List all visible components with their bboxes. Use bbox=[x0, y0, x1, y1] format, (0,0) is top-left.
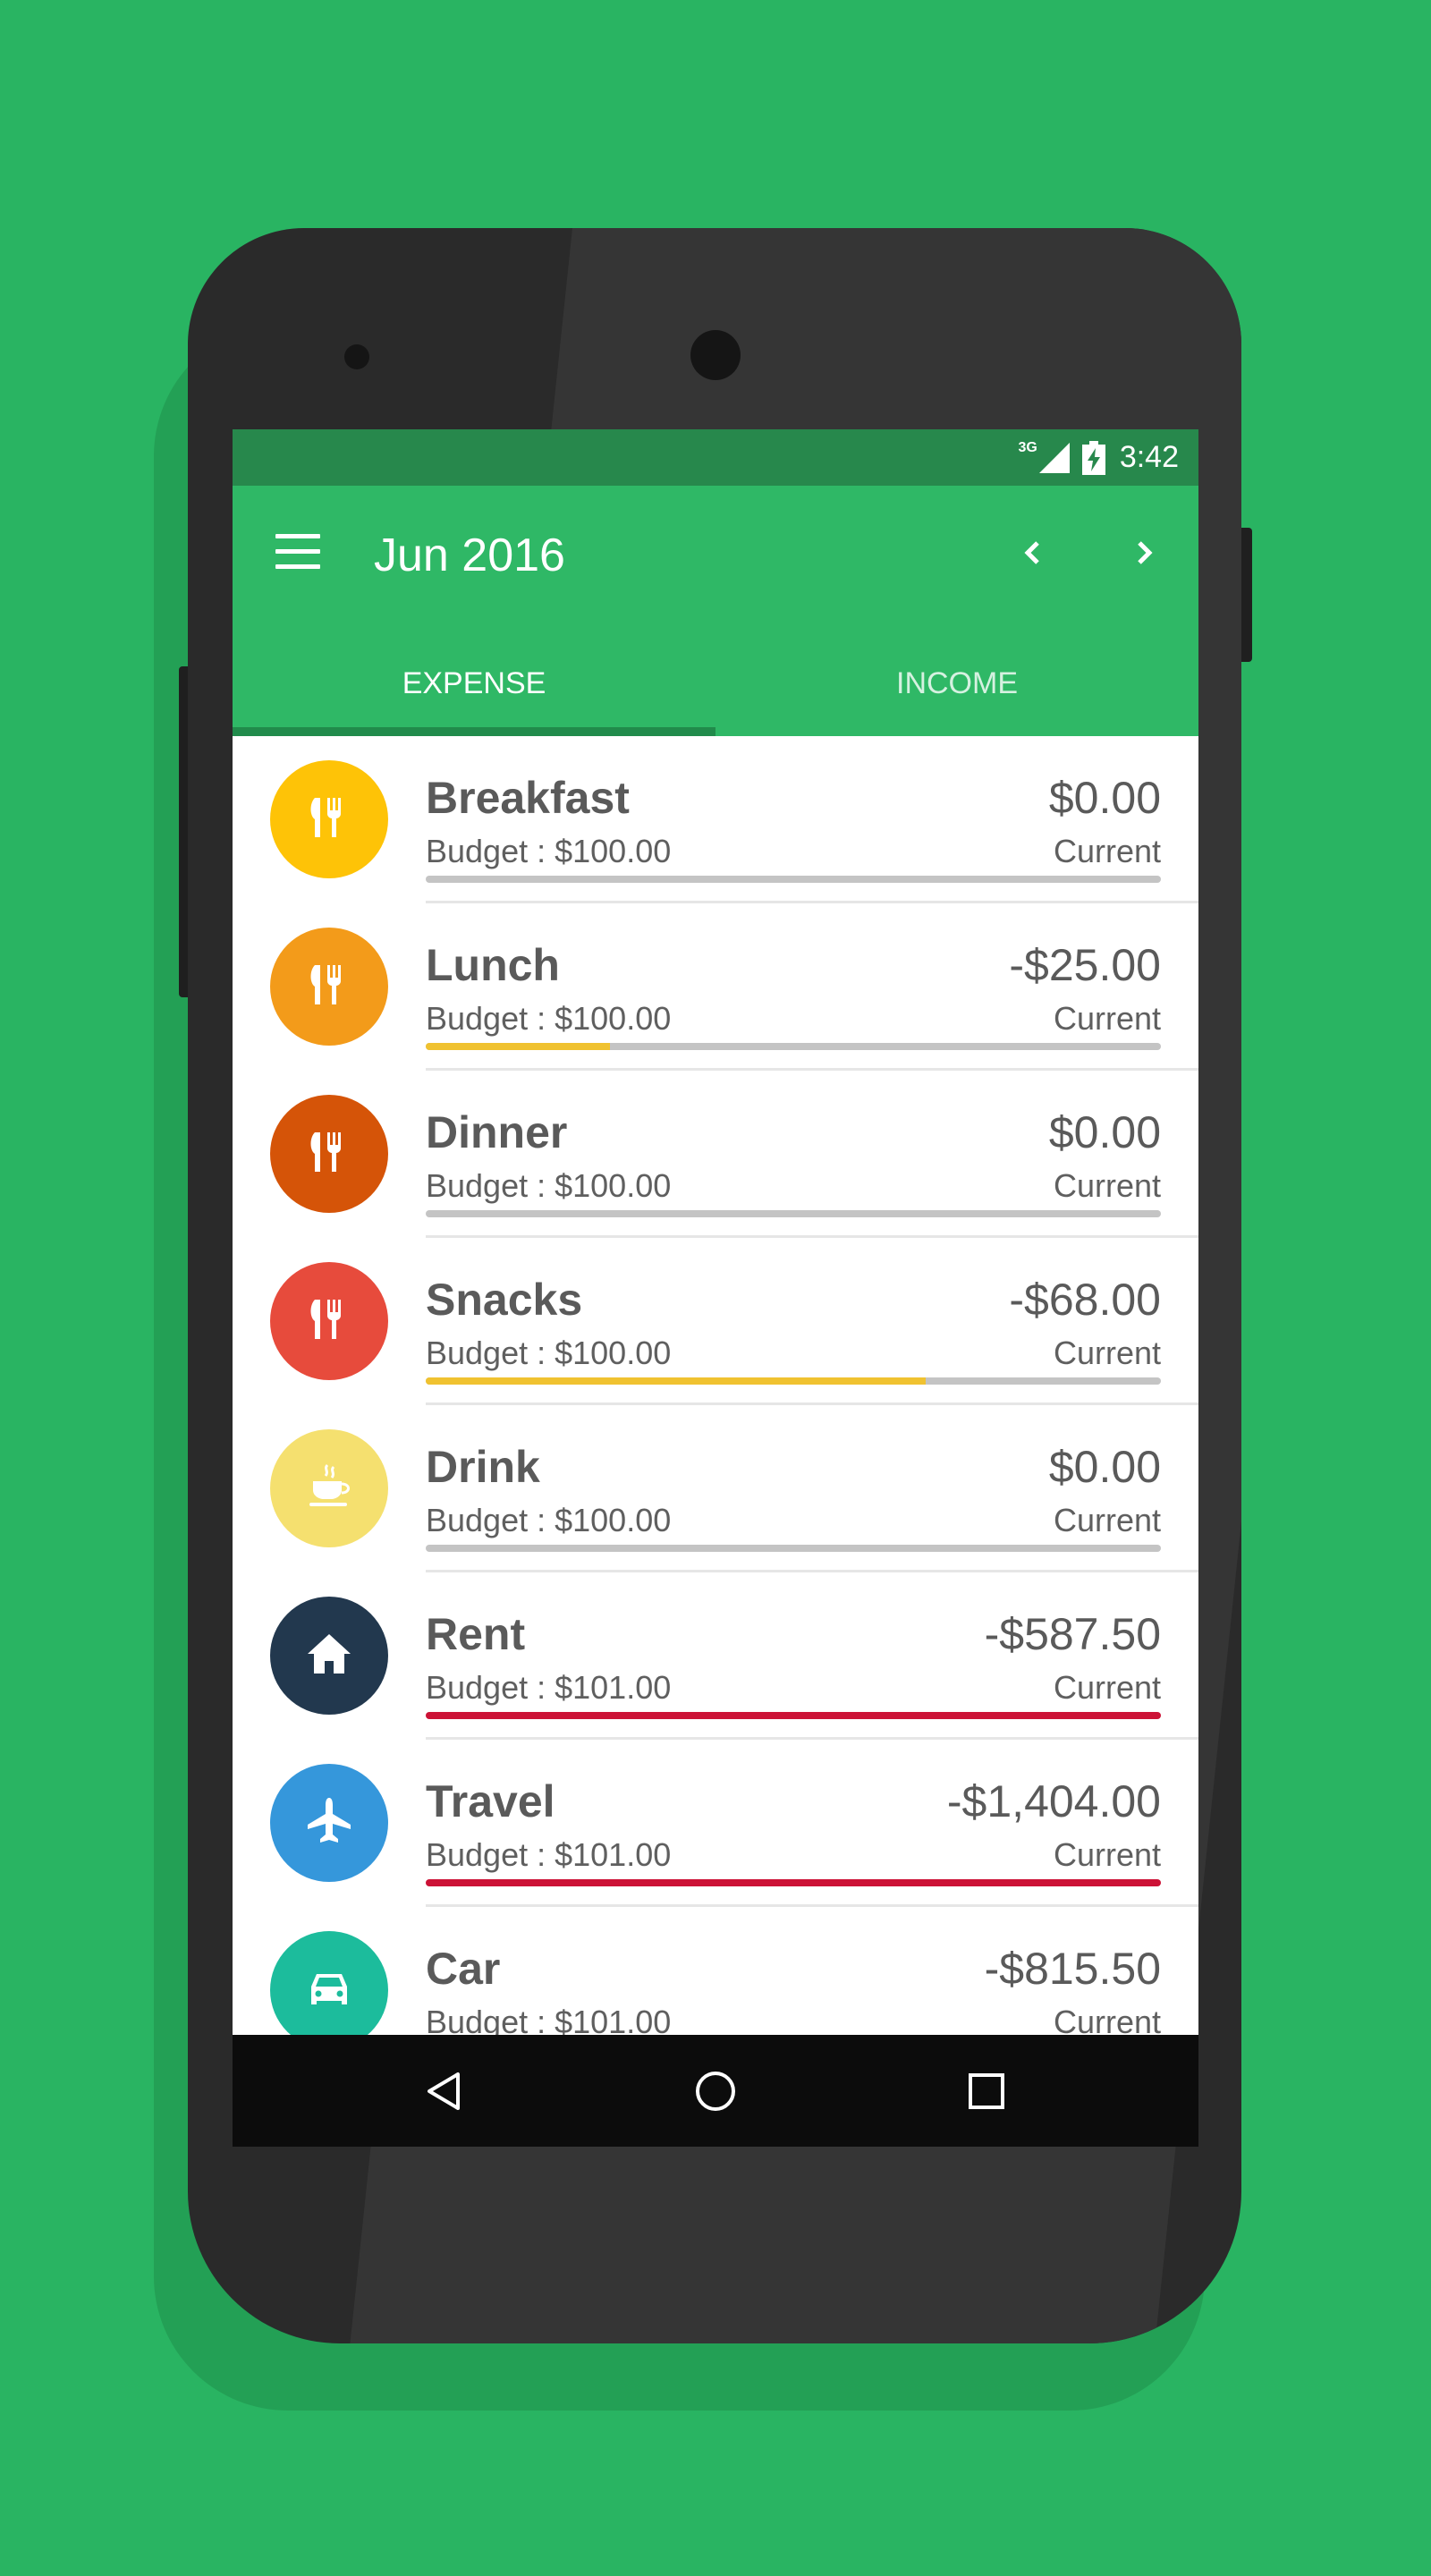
category-status: Current bbox=[1053, 1669, 1161, 1706]
page-title: Jun 2016 bbox=[374, 530, 565, 581]
status-bar: 3G 3:42 bbox=[233, 429, 1198, 486]
budget-progress-bar bbox=[426, 1545, 1161, 1552]
utensils-icon bbox=[302, 1292, 356, 1351]
category-list: Breakfast $0.00 Budget : $100.00 Current… bbox=[233, 736, 1198, 2074]
network-type: 3G bbox=[1018, 440, 1037, 455]
category-budget: Budget : $100.00 bbox=[426, 1502, 672, 1538]
tab-bar: EXPENSE INCOME bbox=[233, 622, 1198, 736]
power-button bbox=[1240, 528, 1252, 662]
category-budget: Budget : $100.00 bbox=[426, 1167, 672, 1204]
category-icon-circle bbox=[270, 1764, 388, 1882]
tab-expense[interactable]: EXPENSE bbox=[233, 622, 716, 736]
utensils-icon bbox=[302, 958, 356, 1016]
budget-progress-bar bbox=[426, 1879, 1161, 1886]
back-icon[interactable] bbox=[422, 2069, 467, 2114]
budget-progress-fill bbox=[426, 1043, 610, 1050]
front-camera bbox=[690, 330, 741, 380]
budget-progress-bar bbox=[426, 1043, 1161, 1050]
list-item[interactable]: Breakfast $0.00 Budget : $100.00 Current bbox=[233, 736, 1198, 903]
list-item[interactable]: Travel -$1,404.00 Budget : $101.00 Curre… bbox=[233, 1740, 1198, 1907]
category-status: Current bbox=[1053, 1836, 1161, 1873]
signal-icon bbox=[1038, 442, 1070, 473]
home-icon bbox=[302, 1627, 356, 1685]
category-icon-circle bbox=[270, 1095, 388, 1213]
category-status: Current bbox=[1053, 833, 1161, 869]
category-icon-circle bbox=[270, 1429, 388, 1547]
category-status: Current bbox=[1053, 1502, 1161, 1538]
category-name: Rent bbox=[426, 1609, 526, 1659]
status-time: 3:42 bbox=[1119, 440, 1179, 474]
category-amount: $0.00 bbox=[1048, 773, 1161, 823]
category-amount: -$815.50 bbox=[984, 1944, 1161, 1994]
budget-progress-fill bbox=[426, 1377, 926, 1385]
recents-icon[interactable] bbox=[964, 2069, 1009, 2114]
category-budget: Budget : $100.00 bbox=[426, 1000, 672, 1037]
category-icon-circle bbox=[270, 760, 388, 878]
category-amount: -$25.00 bbox=[1009, 940, 1161, 990]
airplane-icon bbox=[302, 1794, 356, 1852]
category-name: Dinner bbox=[426, 1107, 568, 1157]
home-circle-icon[interactable] bbox=[693, 2069, 738, 2114]
category-name: Drink bbox=[426, 1442, 540, 1492]
category-name: Breakfast bbox=[426, 773, 630, 823]
coffee-cup-icon bbox=[302, 1460, 356, 1518]
category-budget: Budget : $100.00 bbox=[426, 833, 672, 869]
sensor-dot bbox=[344, 344, 369, 369]
category-budget: Budget : $100.00 bbox=[426, 1335, 672, 1371]
category-icon-circle bbox=[270, 1597, 388, 1715]
list-item[interactable]: Dinner $0.00 Budget : $100.00 Current bbox=[233, 1071, 1198, 1238]
category-status: Current bbox=[1053, 1000, 1161, 1037]
category-name: Lunch bbox=[426, 940, 560, 990]
car-icon bbox=[302, 1962, 356, 2020]
list-item[interactable]: Drink $0.00 Budget : $100.00 Current bbox=[233, 1405, 1198, 1572]
menu-icon[interactable] bbox=[275, 534, 320, 570]
category-icon-circle bbox=[270, 1262, 388, 1380]
category-amount: -$68.00 bbox=[1009, 1275, 1161, 1325]
category-name: Snacks bbox=[426, 1275, 583, 1325]
list-item[interactable]: Lunch -$25.00 Budget : $100.00 Current bbox=[233, 903, 1198, 1071]
category-amount: $0.00 bbox=[1048, 1107, 1161, 1157]
category-icon-circle bbox=[270, 1931, 388, 2049]
category-amount: -$587.50 bbox=[984, 1609, 1161, 1659]
budget-progress-bar bbox=[426, 1712, 1161, 1719]
utensils-icon bbox=[302, 1125, 356, 1183]
tab-income[interactable]: INCOME bbox=[716, 622, 1198, 736]
budget-progress-fill bbox=[426, 1712, 1161, 1719]
chevron-left-icon[interactable] bbox=[1011, 530, 1055, 575]
list-item[interactable]: Rent -$587.50 Budget : $101.00 Current bbox=[233, 1572, 1198, 1740]
category-budget: Budget : $101.00 bbox=[426, 1669, 672, 1706]
category-amount: -$1,404.00 bbox=[946, 1776, 1161, 1826]
category-budget: Budget : $101.00 bbox=[426, 1836, 672, 1873]
budget-progress-bar bbox=[426, 1377, 1161, 1385]
budget-progress-bar bbox=[426, 876, 1161, 883]
budget-progress-fill bbox=[426, 1879, 1161, 1886]
category-icon-circle bbox=[270, 928, 388, 1046]
category-amount: $0.00 bbox=[1048, 1442, 1161, 1492]
app-bar: Jun 2016 bbox=[233, 486, 1198, 622]
system-nav-bar bbox=[233, 2035, 1198, 2147]
screen: 3G 3:42 Jun 2016 EXPENSE INCOME Breakfas… bbox=[233, 429, 1198, 2147]
chevron-right-icon[interactable] bbox=[1122, 530, 1166, 575]
battery-charging-icon bbox=[1081, 440, 1105, 475]
list-item[interactable]: Snacks -$68.00 Budget : $100.00 Current bbox=[233, 1238, 1198, 1405]
category-status: Current bbox=[1053, 1335, 1161, 1371]
category-name: Travel bbox=[426, 1776, 555, 1826]
budget-progress-bar bbox=[426, 1210, 1161, 1217]
category-name: Car bbox=[426, 1944, 501, 1994]
utensils-icon bbox=[302, 791, 356, 849]
category-status: Current bbox=[1053, 1167, 1161, 1204]
